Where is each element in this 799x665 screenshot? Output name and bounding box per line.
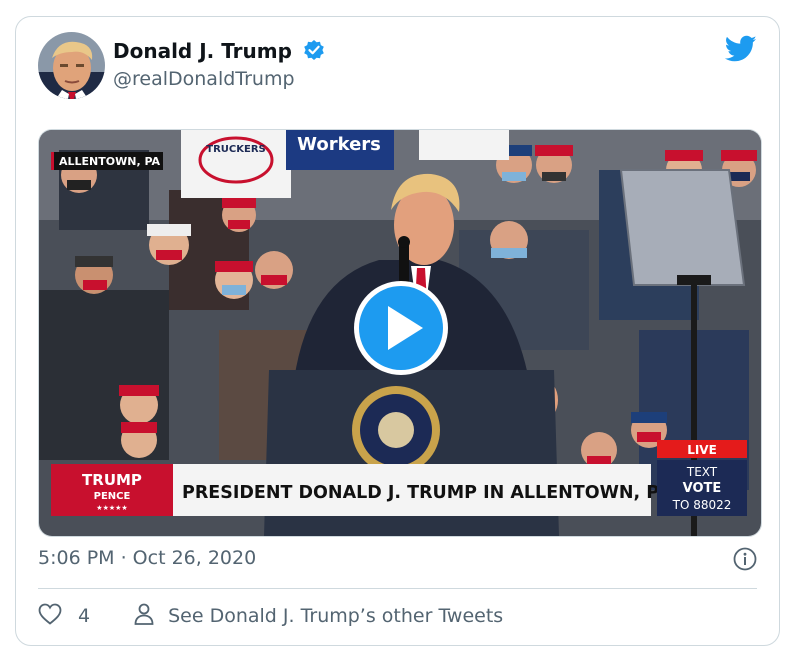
like-count[interactable]: 4 bbox=[78, 605, 90, 627]
tweet-actions: 4 See Donald J. Trump’s other Tweets bbox=[38, 603, 503, 629]
author-name[interactable]: Donald J. Trump bbox=[113, 39, 325, 66]
author-name-text[interactable]: Donald J. Trump bbox=[113, 39, 292, 63]
text-cta-line3: TO 88022 bbox=[672, 498, 732, 512]
person-icon bbox=[134, 603, 154, 630]
verified-badge-icon bbox=[303, 39, 325, 66]
video-player[interactable]: TRUCKERS Workers ALLENTOWN, PA LIVE TRUM… bbox=[38, 129, 762, 537]
lower-third-headline: PRESIDENT DONALD J. TRUMP IN ALLENTOWN, … bbox=[182, 483, 672, 503]
text-cta-line2: VOTE bbox=[683, 481, 722, 496]
heart-icon[interactable] bbox=[38, 603, 62, 630]
text-cta-line1: TEXT bbox=[686, 465, 718, 479]
sign-truckers: TRUCKERS bbox=[206, 144, 265, 155]
brand-pence: PENCE bbox=[94, 491, 131, 502]
other-tweets-link[interactable]: See Donald J. Trump’s other Tweets bbox=[134, 603, 503, 630]
play-icon[interactable] bbox=[354, 281, 448, 375]
video-frame: TRUCKERS Workers ALLENTOWN, PA LIVE TRUM… bbox=[39, 130, 761, 536]
sign-workers: Workers bbox=[297, 134, 381, 155]
tweet-card: Donald J. Trump @realDonaldTrump TRUCKER… bbox=[15, 16, 780, 646]
live-badge: LIVE bbox=[687, 443, 717, 457]
other-tweets-label[interactable]: See Donald J. Trump’s other Tweets bbox=[168, 605, 503, 627]
tweet-timestamp[interactable]: 5:06 PM · Oct 26, 2020 bbox=[38, 547, 256, 569]
info-icon[interactable] bbox=[733, 547, 757, 571]
divider bbox=[38, 588, 757, 589]
brand-stars: ★★★★★ bbox=[96, 504, 127, 512]
brand-trump: TRUMP bbox=[82, 471, 142, 489]
twitter-bird-icon[interactable] bbox=[724, 35, 757, 63]
location-tag: ALLENTOWN, PA bbox=[59, 155, 161, 168]
author-avatar[interactable] bbox=[38, 32, 105, 99]
author-handle[interactable]: @realDonaldTrump bbox=[113, 68, 295, 90]
